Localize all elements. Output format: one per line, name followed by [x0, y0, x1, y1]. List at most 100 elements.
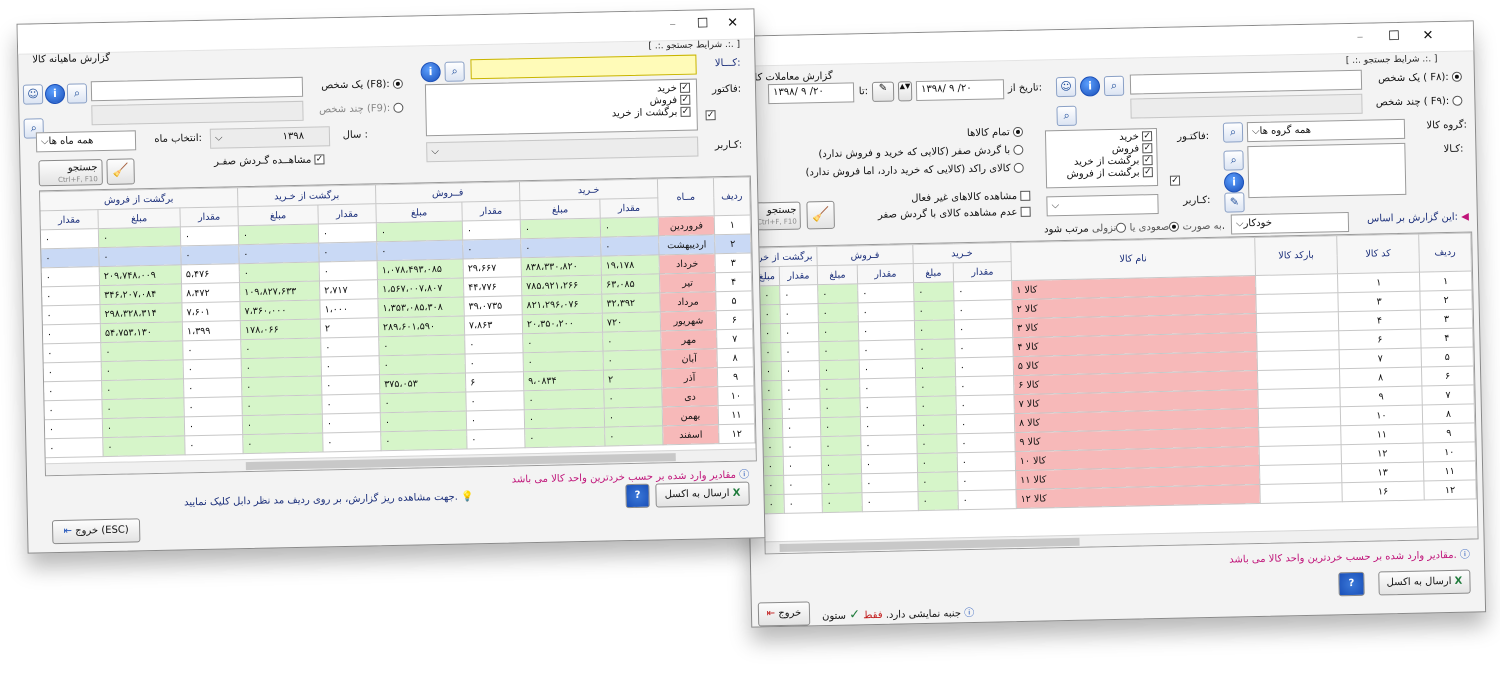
user-select[interactable]: ⌵ — [426, 136, 699, 163]
exit-button[interactable]: ⇤ خروج — [757, 601, 811, 627]
all-products-radio[interactable]: تمام کالاها — [967, 126, 1024, 139]
cell-zero: ۰ — [819, 378, 860, 399]
zero-turnover-radio[interactable]: با گردش صفر (کالایی که خرید و فروش ندارد… — [818, 144, 1024, 160]
contacts-icon[interactable]: ☺ — [22, 84, 44, 105]
invoice-all-checkbox[interactable]: ✓ — [1169, 175, 1181, 186]
month-label: انتخاب ماه: — [154, 132, 203, 145]
invoice-all-checkbox[interactable]: ✓ — [705, 110, 716, 121]
col-month[interactable]: مــاه — [657, 177, 715, 217]
invoice-type-item[interactable]: ✓ برگشت از فروش — [1051, 167, 1153, 181]
minimize-button[interactable]: – — [660, 17, 686, 33]
hide-zero-checkbox[interactable]: عدم مشاهده کالای با گردش صفر — [878, 206, 1031, 221]
search-icon[interactable]: ⌕ — [66, 83, 88, 104]
col-amount[interactable]: مبلغ — [519, 199, 601, 220]
single-person-radio[interactable]: یک شخص (F8): — [321, 78, 403, 91]
date-from-input[interactable]: ۱۳۹۸/ ۹ /۲۰ — [915, 79, 1005, 102]
search-icon[interactable]: ⌕ — [1222, 122, 1244, 143]
exit-button[interactable]: ⇤ خروج (ESC) — [51, 518, 141, 545]
col-code[interactable]: کد کالا — [1336, 234, 1420, 274]
stagnant-radio[interactable]: کالای راکد (کالایی که خرید دارد، اما فرو… — [805, 162, 1024, 178]
search-icon[interactable]: ⌕ — [1223, 150, 1244, 171]
col-amount[interactable]: مبلغ — [375, 201, 463, 223]
col-qty[interactable]: مقدار — [461, 200, 521, 221]
info-icon: ⓘ — [1459, 549, 1471, 561]
product-input[interactable] — [470, 54, 697, 80]
col-amount[interactable]: مبلغ — [817, 264, 858, 285]
ascending-radio[interactable] — [1169, 221, 1180, 232]
month-select[interactable]: همه ماه ها ⌵ — [35, 130, 137, 153]
cell-rsa: ۰ — [100, 340, 184, 362]
descending-radio[interactable] — [1116, 222, 1127, 233]
person-input[interactable] — [90, 76, 304, 102]
excel-button[interactable]: ارسال به اکسل X — [1378, 569, 1471, 596]
broom-icon[interactable]: 🧹 — [106, 158, 135, 185]
close-button[interactable]: ✕ — [1415, 28, 1441, 44]
search-icon[interactable]: ⌕ — [1103, 75, 1125, 97]
multi-person-radio[interactable]: چند شخص (F9): — [319, 102, 404, 115]
info-icon[interactable]: i — [1079, 76, 1101, 97]
date-to-input[interactable]: ۱۳۹۸/ ۹ /۲۰ — [767, 82, 855, 105]
multi-person-radio[interactable]: چند شخص ( F۹): — [1376, 95, 1463, 108]
cell-code: ۷ — [1339, 348, 1422, 369]
broom-icon[interactable]: 🧹 — [806, 200, 835, 230]
search-button[interactable]: جستجو Ctrl+F, F10 — [38, 159, 103, 187]
maximize-button[interactable]: ☐ — [690, 16, 716, 32]
cell-sa: ۳۷۵،۰۵۳ — [379, 372, 466, 394]
col-qty[interactable]: مقدار — [953, 261, 1012, 282]
single-person-radio[interactable]: یک شخص ( F۸): — [1378, 71, 1463, 84]
col-buy[interactable]: خـرید — [912, 242, 1012, 264]
help-button[interactable]: ? — [1338, 571, 1365, 597]
date-spinner[interactable]: ▲▼ — [897, 81, 913, 102]
product-list[interactable] — [1247, 142, 1407, 199]
cell-zero: ۰ — [783, 493, 823, 514]
invoice-type-list[interactable]: ✓ خرید ✓ فروش ✓ برگشت از خرید — [424, 78, 698, 137]
col-row[interactable]: ردیف — [713, 176, 751, 216]
inactive-checkbox[interactable]: مشاهده کالاهای غیر فعال — [911, 190, 1031, 204]
info-icon[interactable]: i — [1223, 172, 1245, 193]
col-qty[interactable]: مقدار — [857, 263, 914, 284]
col-qty[interactable]: مقدار — [779, 265, 818, 286]
search-group-icon[interactable]: ⌕ — [1056, 105, 1077, 127]
col-qty[interactable]: مقدار — [599, 197, 659, 219]
col-amount[interactable]: مبلغ — [913, 262, 954, 283]
col-qty[interactable]: مقدار — [317, 203, 377, 225]
minimize-button[interactable]: – — [1347, 29, 1373, 45]
col-amount[interactable]: مبلغ — [759, 266, 780, 286]
col-amount[interactable]: مبلغ — [97, 207, 181, 229]
close-button[interactable]: ✕ — [720, 16, 746, 32]
search-icon[interactable]: ⌕ — [444, 61, 465, 82]
zero-turnover-checkbox[interactable]: مشاهــده گـردش صفـر ✓ — [214, 154, 325, 168]
lightbulb-icon: 💡 — [460, 491, 474, 503]
cell-zero: ۰ — [860, 415, 917, 436]
eraser-icon[interactable]: ✎ — [1224, 192, 1245, 213]
cell-n: ۱۱ — [718, 404, 755, 425]
help-button[interactable]: ? — [625, 483, 650, 509]
cell-zero: ۰ — [913, 281, 954, 302]
maximize-button[interactable]: ☐ — [1381, 29, 1407, 45]
trade-grid[interactable]: ردیف کد کالا بارکد کالا نام کالا خـرید ف… — [758, 231, 1479, 555]
person-input[interactable] — [1129, 69, 1363, 95]
col-sell[interactable]: فـروش — [816, 244, 914, 266]
cell-ba: ۰ — [520, 237, 602, 258]
info-icon[interactable]: i — [420, 61, 441, 83]
col-row[interactable]: ردیف — [1418, 232, 1472, 273]
excel-button[interactable]: ارسال به اکسل X — [655, 481, 750, 508]
group-select[interactable]: همه گروه ها ⌵ — [1246, 118, 1406, 143]
clear-date-icon[interactable]: ✎ — [871, 81, 895, 102]
year-select[interactable]: ۱۳۹۸ ⌵ — [209, 126, 331, 149]
cell-rba: ۱۰۹،۸۲۷،۶۳۳ — [239, 280, 320, 302]
user-select[interactable]: ⌵ — [1046, 194, 1159, 217]
col-amount[interactable]: مبلغ — [237, 205, 319, 226]
invoice-type-list[interactable]: ✓ خرید ✓ فروش ✓ برگشت از خرید ✓ برگشت از… — [1044, 128, 1159, 189]
col-return-buy[interactable]: برگشت از خرید — [758, 246, 818, 267]
col-qty[interactable]: مقدار — [179, 206, 239, 227]
cell-rbq: ۲ — [320, 317, 379, 338]
col-qty[interactable]: مقدار — [39, 209, 99, 230]
contacts-icon[interactable]: ☺ — [1055, 76, 1077, 98]
info-icon[interactable]: i — [44, 83, 66, 105]
col-barcode[interactable]: بارکد کالا — [1254, 235, 1338, 276]
cell-zero: ۰ — [861, 472, 918, 493]
monthly-grid[interactable]: ردیف مــاه خـرید فــروش برگشت از خـرید ب… — [39, 175, 757, 477]
col-name[interactable]: نام کالا — [1010, 237, 1256, 281]
report-basis-select[interactable]: خودکار ⌵ — [1230, 212, 1350, 235]
